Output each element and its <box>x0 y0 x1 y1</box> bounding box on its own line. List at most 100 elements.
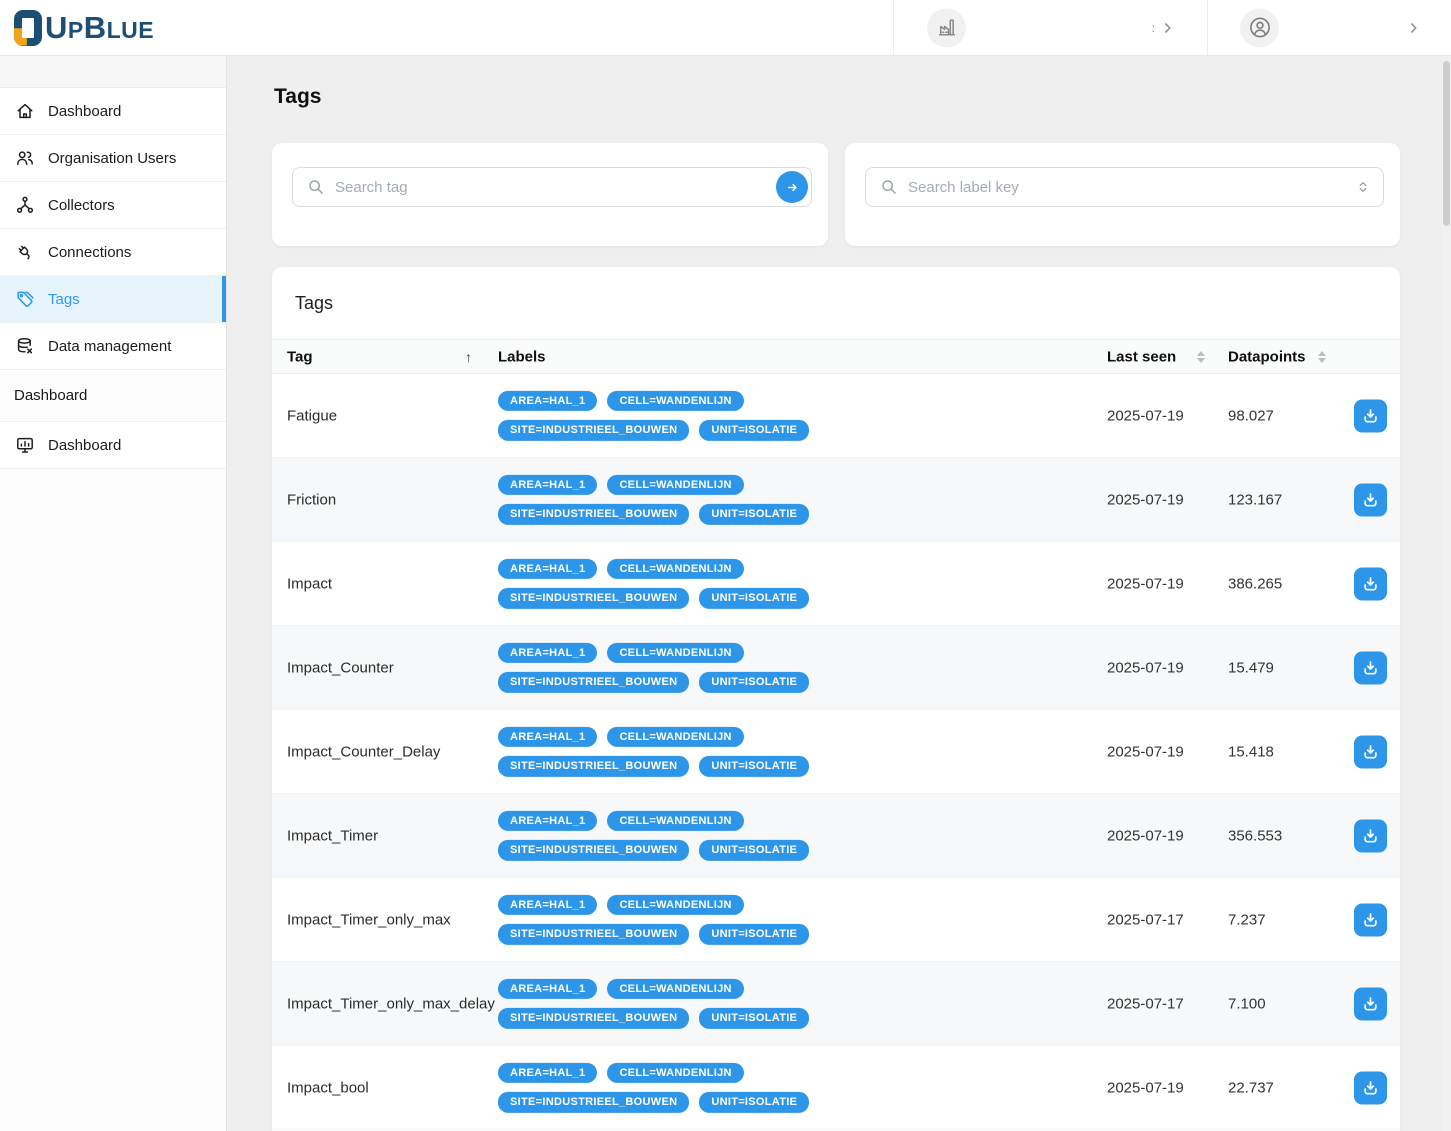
monitor-icon <box>15 435 35 455</box>
datapoints-count: 7.100 <box>1228 995 1266 1012</box>
label-badge: UNIT=ISOLATIE <box>699 588 809 609</box>
table-row: Impact_boolAREA=HAL_1CELL=WANDENLIJNSITE… <box>272 1046 1400 1130</box>
table-row: FatigueAREA=HAL_1CELL=WANDENLIJNSITE=IND… <box>272 374 1400 458</box>
home-icon <box>15 101 35 121</box>
last-seen-date: 2025-07-19 <box>1107 407 1184 424</box>
download-button[interactable] <box>1354 1071 1387 1104</box>
organisation-selector[interactable]: : <box>893 0 1207 55</box>
search-label-key-input[interactable] <box>908 179 1355 196</box>
users-icon <box>15 148 35 168</box>
label-badges: AREA=HAL_1CELL=WANDENLIJNSITE=INDUSTRIEE… <box>498 726 843 776</box>
label-badge: AREA=HAL_1 <box>498 474 597 495</box>
datapoints-count: 98.027 <box>1228 407 1274 424</box>
sidebar-item-dashboard[interactable]: Dashboard <box>0 88 226 135</box>
tag-name: Impact_Timer <box>287 827 378 844</box>
label-badge: CELL=WANDENLIJN <box>607 726 743 747</box>
download-icon <box>1361 574 1380 593</box>
datapoints-count: 123.167 <box>1228 491 1282 508</box>
label-badge: UNIT=ISOLATIE <box>699 1008 809 1029</box>
search-icon <box>880 178 898 196</box>
chevron-right-icon[interactable] <box>1405 19 1423 37</box>
download-icon <box>1361 742 1380 761</box>
label-badges: AREA=HAL_1CELL=WANDENLIJNSITE=INDUSTRIEE… <box>498 1062 843 1112</box>
label-badge: UNIT=ISOLATIE <box>699 840 809 861</box>
download-button[interactable] <box>1354 987 1387 1020</box>
sidebar-item-collectors[interactable]: Collectors <box>0 182 226 229</box>
download-button[interactable] <box>1354 819 1387 852</box>
sort-icon[interactable] <box>1197 351 1205 363</box>
sidebar-item-connections[interactable]: Connections <box>0 229 226 276</box>
download-button[interactable] <box>1354 651 1387 684</box>
column-header-datapoints[interactable]: Datapoints <box>1228 348 1306 365</box>
last-seen-date: 2025-07-19 <box>1107 827 1184 844</box>
datapoints-count: 22.737 <box>1228 1079 1274 1096</box>
download-icon <box>1361 490 1380 509</box>
label-badge: AREA=HAL_1 <box>498 642 597 663</box>
datapoints-count: 7.237 <box>1228 911 1266 928</box>
search-tag-input[interactable] <box>335 179 776 196</box>
scrollbar-thumb[interactable] <box>1443 61 1450 226</box>
sidebar-section-nav: Dashboard <box>0 422 226 469</box>
logo-letter: LUE <box>107 19 155 42</box>
sort-icon[interactable] <box>1318 351 1326 363</box>
search-label-card <box>845 143 1400 246</box>
label-badges: AREA=HAL_1CELL=WANDENLIJNSITE=INDUSTRIEE… <box>498 894 843 944</box>
sidebar-item-label: Connections <box>48 244 131 261</box>
last-seen-date: 2025-07-17 <box>1107 911 1184 928</box>
table-row: Impact_Counter_Delay AREA=HAL_1CELL=WANDE… <box>272 710 1400 794</box>
download-button[interactable] <box>1354 903 1387 936</box>
column-header-tag[interactable]: Tag <box>287 348 313 365</box>
column-header-last-seen[interactable]: Last seen <box>1107 348 1176 365</box>
label-badge: SITE=INDUSTRIEEL_BOUWEN <box>498 588 689 609</box>
table-row: Friction AREA=HAL_1 CELL=WANDENLIJN SITE=IN… <box>272 458 1400 542</box>
tag-name: Friction <box>287 491 336 508</box>
sidebar: DashboardOrganisation UsersCollectorsCon… <box>0 56 227 1131</box>
search-submit-button[interactable] <box>776 171 808 203</box>
organisation-label-mark: : <box>1152 21 1155 35</box>
select-caret-icon[interactable] <box>1355 179 1371 195</box>
label-badge: SITE=INDUSTRIEEL_BOUWEN <box>498 1092 689 1113</box>
arrow-right-icon <box>784 179 801 196</box>
sort-ascending-icon[interactable]: ↑ <box>465 349 472 365</box>
logo-letter: P <box>68 19 84 42</box>
logo-letter: U <box>45 12 68 43</box>
label-badge: CELL=WANDENLIJN <box>607 474 743 495</box>
download-button[interactable] <box>1354 483 1387 516</box>
sidebar-item-organisation-users[interactable]: Organisation Users <box>0 135 226 182</box>
last-seen-date: 2025-07-19 <box>1107 743 1184 760</box>
label-badge: SITE=INDUSTRIEEL_BOUWEN <box>498 840 689 861</box>
label-badge: UNIT=ISOLATIE <box>699 1092 809 1113</box>
search-icon <box>307 178 325 196</box>
tag-name: Impact_Timer_only_max <box>287 911 451 928</box>
user-avatar <box>1240 8 1279 47</box>
person-circle-icon <box>1248 16 1272 40</box>
label-badge: AREA=HAL_1 <box>498 1062 597 1083</box>
label-badge: AREA=HAL_1 <box>498 810 597 831</box>
label-badge: CELL=WANDENLIJN <box>607 810 743 831</box>
tag-name: Impact_Counter_Delay <box>287 743 440 760</box>
page-scrollbar <box>1442 56 1451 1131</box>
table-row: Impact_Timer_only_max AREA=HAL_1CELL=WAND… <box>272 878 1400 962</box>
main-content: Tags Tags Ta <box>227 56 1451 1131</box>
logo-wordmark: U P B LUE <box>45 12 154 43</box>
user-menu[interactable] <box>1207 0 1451 55</box>
download-button[interactable] <box>1354 567 1387 600</box>
sidebar-item-dashboard[interactable]: Dashboard <box>0 422 226 469</box>
label-badge: UNIT=ISOLATIE <box>699 420 809 441</box>
datapoints-count: 386.265 <box>1228 575 1282 592</box>
database-icon <box>15 336 35 356</box>
label-badge: AREA=HAL_1 <box>498 558 597 579</box>
download-button[interactable] <box>1354 399 1387 432</box>
label-badge: UNIT=ISOLATIE <box>699 672 809 693</box>
sidebar-item-data-management[interactable]: Data management <box>0 323 226 370</box>
download-button[interactable] <box>1354 735 1387 768</box>
label-badge: CELL=WANDENLIJN <box>607 390 743 411</box>
tags-table-card: Tags Tag ↑ Labels Last seen Datapoints F… <box>272 267 1400 1131</box>
label-badge: AREA=HAL_1 <box>498 390 597 411</box>
label-badges: AREA=HAL_1 CELL=WANDENLIJN SITE=INDUSTRIEE… <box>498 474 843 524</box>
label-badge: SITE=INDUSTRIEEL_BOUWEN <box>498 924 689 945</box>
chevron-right-icon[interactable] <box>1159 19 1177 37</box>
sidebar-item-tags[interactable]: Tags <box>0 276 226 323</box>
table-row: Impact_CounterAREA=HAL_1CELL=WANDENLIJNS… <box>272 626 1400 710</box>
label-badge: SITE=INDUSTRIEEL_BOUWEN <box>498 504 689 525</box>
